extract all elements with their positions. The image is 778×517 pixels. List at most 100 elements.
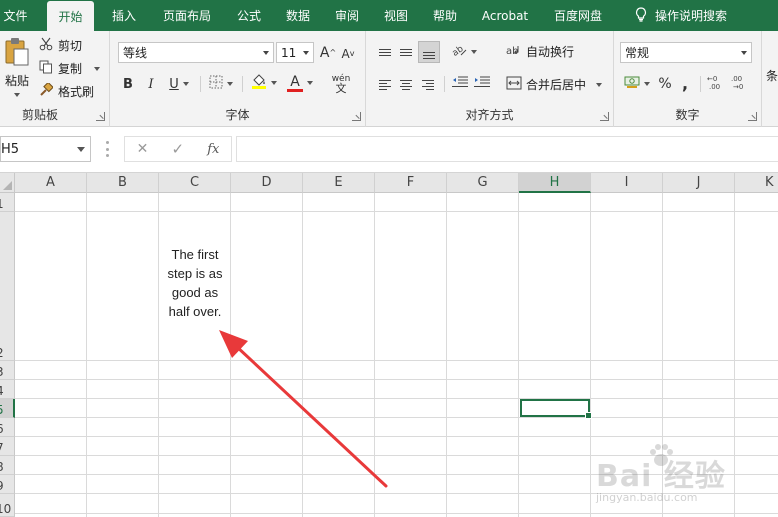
copy-label: 复制 [58,62,83,76]
clipboard-group: 粘贴 剪切 复制 格式刷 剪贴板 [0,31,110,127]
font-name-value: 等线 [123,46,148,60]
conditional-formatting-label: 条 [766,69,778,83]
italic-icon: I [148,76,154,92]
borders-button[interactable] [206,74,236,94]
tab-file[interactable]: 文件 [0,0,31,31]
increase-decimal-button[interactable]: ←0.00 [706,73,726,95]
chevron-down-icon [77,147,85,152]
name-box[interactable]: H5 [0,136,91,162]
percent-icon: % [658,76,672,92]
merge-center-icon [506,76,524,93]
top-align-button[interactable] [376,43,394,61]
tab-review[interactable]: 审阅 [327,0,367,31]
format-painter-button[interactable]: 格式刷 [39,81,95,100]
percent-button[interactable]: % [656,74,674,94]
enter-icon[interactable]: ✓ [171,140,184,158]
chevron-down-icon [271,81,277,85]
italic-button[interactable]: I [143,74,159,94]
cut-label: 剪切 [58,39,83,53]
font-color-icon: A [287,75,303,92]
chevron-down-icon [471,50,477,54]
number-format-select[interactable]: 常规 [620,42,752,63]
cancel-icon[interactable]: ✕ [137,141,149,157]
tell-me-label: 操作说明搜索 [654,9,727,23]
worksheet-grid[interactable]: A B C D E F G H I J K 1 2 3 4 5 6 7 8 9 … [0,173,778,517]
comma-style-button[interactable]: , [676,73,694,93]
increase-decimal-icon: ←0.00 [707,74,725,94]
paste-label: 粘贴 [4,74,29,88]
decrease-indent-button[interactable] [450,75,470,93]
tab-formulas[interactable]: 公式 [229,0,269,31]
tab-home[interactable]: 开始 [47,1,94,32]
tab-help[interactable]: 帮助 [425,0,465,31]
tab-page-layout[interactable]: 页面布局 [154,0,220,31]
orientation-button[interactable]: ab [450,42,478,62]
phonetic-char: 文 [335,82,347,95]
chevron-down-icon [596,82,603,87]
wrap-text-button[interactable]: ab 自动换行 [506,43,574,60]
number-group-label: 数字 [675,108,700,122]
number-launcher-icon[interactable] [748,112,757,121]
font-name-select[interactable]: 等线 [118,42,274,63]
align-left-icon [379,80,391,90]
alignment-launcher-icon[interactable] [600,112,609,121]
grow-font-button[interactable]: A ^ [319,42,337,63]
top-align-icon [379,48,391,56]
tab-insert[interactable]: 插入 [103,0,145,31]
divider [444,76,445,92]
format-painter-label: 格式刷 [58,85,95,99]
font-launcher-icon[interactable] [352,112,361,121]
accounting-format-button[interactable] [622,73,652,95]
phonetic-guide-button[interactable]: wén 文 [324,71,358,97]
tab-view[interactable]: 视图 [376,0,416,31]
svg-text:←0: ←0 [707,75,717,83]
formula-bar-resize-handle[interactable] [106,141,109,157]
align-right-icon [422,80,434,90]
chevron-down-icon [307,81,313,85]
clipboard-launcher-icon[interactable] [96,112,105,121]
shrink-font-button[interactable]: Av [340,44,356,63]
wrap-text-label: 自动换行 [526,45,575,59]
number-format-value: 常规 [625,46,650,60]
alignment-group-label: 对齐方式 [465,108,514,122]
bold-button[interactable]: B [120,74,136,94]
align-left-button[interactable] [376,76,394,94]
merge-center-button[interactable]: 合并后居中 [506,76,603,93]
chevron-down-icon [263,51,269,55]
number-group: 常规 % , ←0.00 .00 →0 数字 [614,31,762,127]
insert-function-icon[interactable]: fx [207,142,219,157]
divider [200,76,201,92]
increase-indent-button[interactable] [472,75,492,93]
cut-button[interactable]: 剪切 [39,37,82,54]
conditional-formatting-button[interactable]: 条 [766,67,778,84]
paste-dropdown-icon [14,93,20,97]
font-size-select[interactable]: 11 [276,42,314,63]
formula-input[interactable] [236,136,778,162]
decrease-decimal-button[interactable]: .00 →0 [730,73,750,95]
align-center-button[interactable] [397,76,415,94]
bold-icon: B [123,76,133,92]
font-color-button[interactable]: A [284,72,316,94]
paste-button[interactable]: 粘贴 [2,37,32,103]
divider [700,76,701,92]
underline-button[interactable]: U [165,74,193,94]
chevron-down-icon [227,82,233,86]
align-right-button[interactable] [419,76,437,94]
font-size-value: 11 [281,45,297,60]
bottom-align-button[interactable] [418,41,440,63]
tell-me-search[interactable]: 操作说明搜索 [622,0,740,31]
svg-text:→0: →0 [733,83,743,90]
formula-bar: H5 ✕ ✓ fx [0,127,778,173]
align-center-icon [400,80,412,90]
ribbon-home: 粘贴 剪切 复制 格式刷 剪贴板 等线 11 A ^ A v B I U A w… [0,31,778,127]
tab-data[interactable]: 数据 [278,0,318,31]
fill-color-button[interactable] [248,72,280,94]
middle-align-button[interactable] [397,43,415,61]
middle-align-icon [400,48,412,56]
annotation-arrow [219,330,388,488]
font-group-label: 字体 [225,108,250,122]
tab-acrobat[interactable]: Acrobat [474,0,536,31]
scissors-icon [39,37,55,54]
tab-baidu-netdisk[interactable]: 百度网盘 [545,0,611,31]
copy-button[interactable]: 复制 [39,60,101,77]
